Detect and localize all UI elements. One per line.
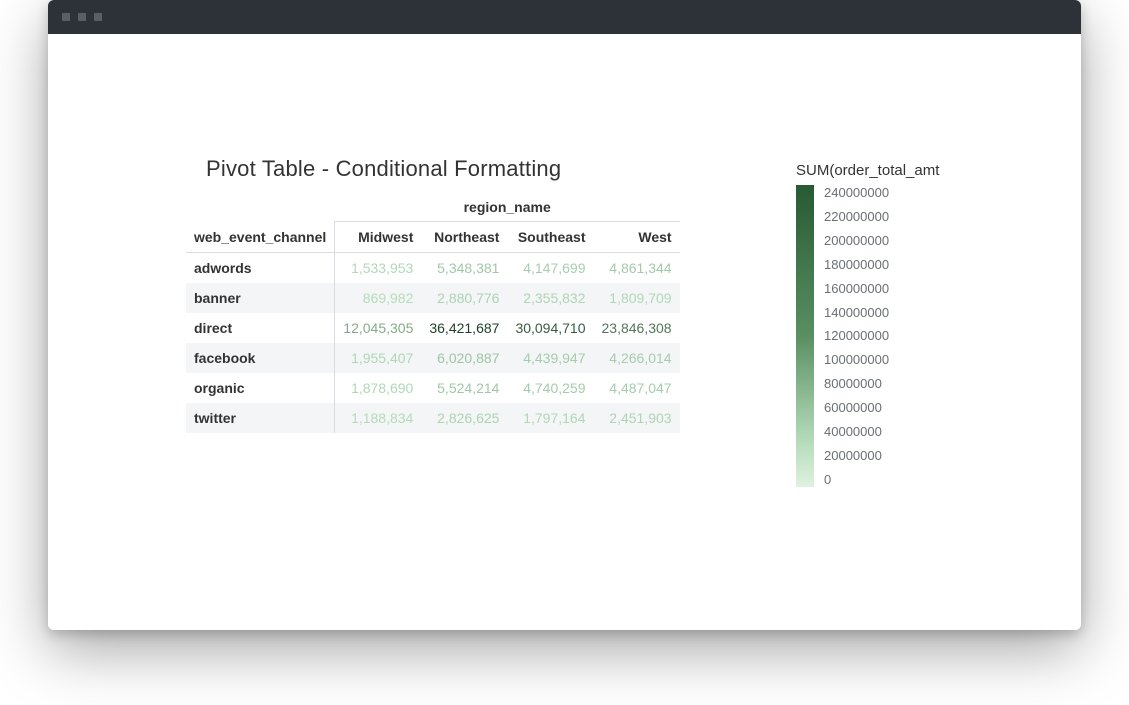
cell-value: 2,451,903 xyxy=(594,403,680,433)
column-header: West xyxy=(594,222,680,253)
cell-value: 1,955,407 xyxy=(335,343,422,373)
app-window: Pivot Table - Conditional Formatting reg… xyxy=(48,0,1081,630)
cell-value: 1,188,834 xyxy=(335,403,422,433)
table-row: direct12,045,30536,421,68730,094,71023,8… xyxy=(186,313,680,343)
pivot-table: region_name web_event_channel Midwest No… xyxy=(186,192,680,433)
cell-value: 1,797,164 xyxy=(507,403,593,433)
cell-value: 23,846,308 xyxy=(594,313,680,343)
cell-value: 4,266,014 xyxy=(594,343,680,373)
row-label: direct xyxy=(186,313,335,343)
cell-value: 1,878,690 xyxy=(335,373,422,403)
legend-tick: 160000000 xyxy=(824,281,889,296)
legend-gradient xyxy=(796,185,814,487)
legend-tick: 240000000 xyxy=(824,185,889,200)
cell-value: 4,740,259 xyxy=(507,373,593,403)
chart-title: Pivot Table - Conditional Formatting xyxy=(206,156,561,182)
table-row: facebook1,955,4076,020,8874,439,9474,266… xyxy=(186,343,680,373)
cell-value: 4,861,344 xyxy=(594,253,680,284)
legend-tick: 180000000 xyxy=(824,257,889,272)
cell-value: 12,045,305 xyxy=(335,313,422,343)
legend-tick: 100000000 xyxy=(824,352,889,367)
window-dot-icon xyxy=(62,13,70,21)
legend-tick: 200000000 xyxy=(824,233,889,248)
cell-value: 30,094,710 xyxy=(507,313,593,343)
cell-value: 5,524,214 xyxy=(421,373,507,403)
window-dot-icon xyxy=(94,13,102,21)
cell-value: 5,348,381 xyxy=(421,253,507,284)
legend-tick: 20000000 xyxy=(824,448,889,463)
table-row: twitter1,188,8342,826,6251,797,1642,451,… xyxy=(186,403,680,433)
legend-tick: 120000000 xyxy=(824,328,889,343)
cell-value: 4,147,699 xyxy=(507,253,593,284)
cell-value: 1,809,709 xyxy=(594,283,680,313)
table-row: adwords1,533,9535,348,3814,147,6994,861,… xyxy=(186,253,680,284)
cell-value: 4,439,947 xyxy=(507,343,593,373)
titlebar xyxy=(48,0,1081,34)
legend-tick: 80000000 xyxy=(824,376,889,391)
cell-value: 869,982 xyxy=(335,283,422,313)
row-label: banner xyxy=(186,283,335,313)
cell-value: 2,826,625 xyxy=(421,403,507,433)
legend-tick: 0 xyxy=(824,472,889,487)
color-legend: SUM(order_total_amt 240000000 220000000 20… xyxy=(796,162,996,487)
cell-value: 6,020,887 xyxy=(421,343,507,373)
cell-value: 4,487,047 xyxy=(594,373,680,403)
cell-value: 2,880,776 xyxy=(421,283,507,313)
content-area: Pivot Table - Conditional Formatting reg… xyxy=(48,34,1081,630)
row-dim-header: web_event_channel xyxy=(186,222,335,253)
legend-title: SUM(order_total_amt xyxy=(796,162,964,179)
cell-value: 1,533,953 xyxy=(335,253,422,284)
column-header: Southeast xyxy=(507,222,593,253)
legend-tick: 60000000 xyxy=(824,400,889,415)
table-row: organic1,878,6905,524,2144,740,2594,487,… xyxy=(186,373,680,403)
column-header: Midwest xyxy=(335,222,422,253)
cell-value: 36,421,687 xyxy=(421,313,507,343)
row-label: adwords xyxy=(186,253,335,284)
column-group-header: region_name xyxy=(335,192,680,222)
row-label: twitter xyxy=(186,403,335,433)
window-dot-icon xyxy=(78,13,86,21)
legend-ticks: 2400000002200000002000000001800000001600… xyxy=(824,185,889,487)
legend-tick: 40000000 xyxy=(824,424,889,439)
column-header: Northeast xyxy=(421,222,507,253)
legend-tick: 220000000 xyxy=(824,209,889,224)
table-row: banner869,9822,880,7762,355,8321,809,709 xyxy=(186,283,680,313)
row-label: facebook xyxy=(186,343,335,373)
cell-value: 2,355,832 xyxy=(507,283,593,313)
legend-tick: 140000000 xyxy=(824,305,889,320)
row-label: organic xyxy=(186,373,335,403)
